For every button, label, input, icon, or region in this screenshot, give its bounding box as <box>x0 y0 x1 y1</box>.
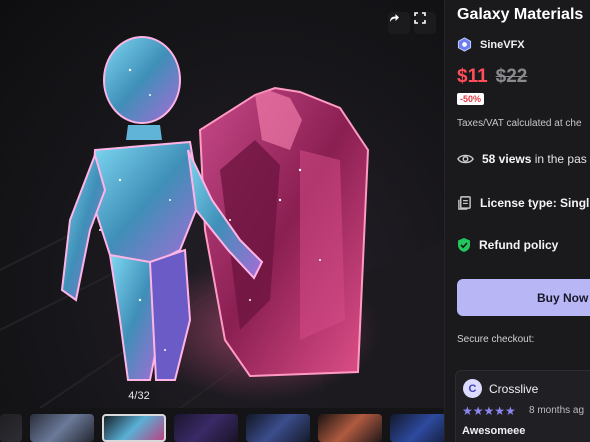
refund-row[interactable]: Refund policy <box>457 237 558 253</box>
license-icon <box>458 196 471 210</box>
seller-link[interactable]: SineVFX <box>457 37 525 52</box>
current-price: $11 <box>457 66 488 87</box>
thumbnail[interactable] <box>30 414 94 442</box>
refund-label: Refund policy <box>479 238 559 252</box>
image-counter: 4/32 <box>122 386 156 406</box>
license-label: License type: Singl <box>480 195 590 210</box>
license-row[interactable]: License type: Singl <box>457 195 589 210</box>
eye-icon <box>457 154 474 164</box>
price-row: $11 $22 <box>457 66 527 88</box>
fullscreen-button[interactable] <box>414 12 436 34</box>
thumbnail[interactable] <box>246 414 310 442</box>
thumbnail[interactable] <box>318 414 382 442</box>
thumbnail-strip <box>0 414 454 442</box>
share-icon <box>390 14 399 22</box>
views-suffix: in the pas <box>531 152 587 166</box>
share-button[interactable] <box>388 12 410 34</box>
secure-checkout-label: Secure checkout: <box>457 334 535 345</box>
galaxy-material-render <box>0 36 444 408</box>
review-date: 8 months ag <box>529 405 585 416</box>
review-title: Awesomeee <box>462 425 526 437</box>
avatar: C <box>463 379 482 398</box>
review-card: C Crosslive ★★★★★ 8 months ag Awesomeee <box>455 370 590 442</box>
shield-check-icon <box>458 238 470 252</box>
media-viewer: 4/32 <box>0 0 454 442</box>
star-rating: ★★★★★ <box>462 404 516 418</box>
preview-image[interactable]: 4/32 <box>0 0 444 408</box>
views-count: 58 views <box>482 152 532 166</box>
seller-logo-icon <box>457 37 472 52</box>
original-price: $22 <box>495 66 528 87</box>
thumbnail-active[interactable] <box>102 414 166 442</box>
reviewer-name[interactable]: Crosslive <box>489 382 538 396</box>
product-title: Galaxy Materials <box>457 6 584 23</box>
seller-name: SineVFX <box>480 38 525 51</box>
fullscreen-icon <box>414 12 426 24</box>
views-row: 58 views in the pas <box>457 152 587 166</box>
thumbnail[interactable] <box>174 414 238 442</box>
tax-note: Taxes/VAT calculated at che <box>457 118 582 129</box>
discount-badge: -50% <box>457 93 485 105</box>
product-page: 4/32 Galaxy Materials SineVFX $11 $22 -5… <box>0 0 590 442</box>
buy-now-button[interactable]: Buy Now <box>457 279 590 316</box>
thumbnail[interactable] <box>0 414 22 442</box>
